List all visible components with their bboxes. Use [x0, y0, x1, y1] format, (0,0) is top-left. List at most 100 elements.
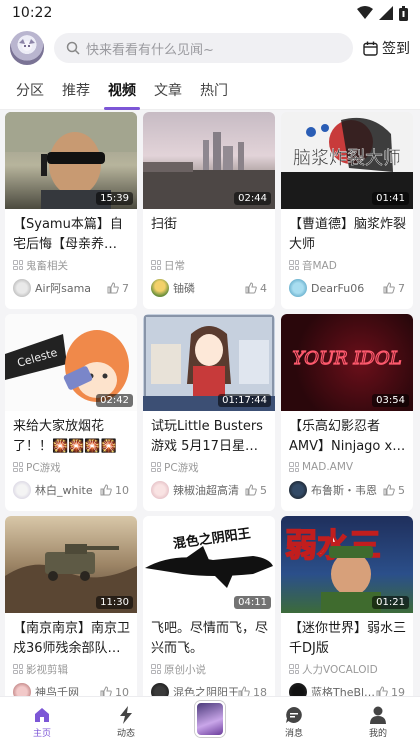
- video-category[interactable]: 影视剪辑: [5, 659, 137, 677]
- tab-articles[interactable]: 文章: [154, 70, 182, 110]
- video-card[interactable]: 01:17:44 试玩Little Busters游戏 5月17日星期四 PC游…: [143, 314, 275, 511]
- user-icon: [370, 706, 386, 724]
- uploader-name: 布鲁斯・韦恩: [311, 484, 377, 497]
- uploader[interactable]: Air阿sama: [13, 279, 91, 297]
- video-thumbnail[interactable]: 15:39: [5, 112, 137, 209]
- video-title: 来给大家放烟花了！！🎇🎇🎇🎇: [13, 419, 117, 454]
- tab-recommended[interactable]: 推荐: [62, 70, 90, 110]
- uploader-avatar: [289, 481, 307, 499]
- like-count: 7: [122, 281, 129, 295]
- video-category[interactable]: PC游戏: [5, 457, 137, 475]
- video-duration: 02:42: [96, 394, 133, 407]
- bolt-icon: [120, 705, 132, 724]
- nav-center[interactable]: [180, 701, 240, 737]
- user-avatar[interactable]: [10, 31, 44, 65]
- category-icon: [13, 260, 23, 270]
- uploader[interactable]: 辣椒油超高清: [151, 481, 239, 499]
- uploader[interactable]: DearFu06: [289, 279, 364, 297]
- video-category[interactable]: 人力VOCALOID: [281, 659, 413, 677]
- video-thumbnail[interactable]: Celeste 02:42: [5, 314, 137, 411]
- like-count: 4: [260, 281, 267, 295]
- search-input[interactable]: 快来看看有什么见闻~: [54, 33, 353, 63]
- category-icon: [151, 664, 161, 674]
- message-icon: [286, 706, 302, 723]
- wifi-icon: [357, 6, 373, 19]
- nav-label: 消息: [284, 728, 303, 739]
- like-button[interactable]: 5: [383, 484, 405, 497]
- category-label: MAD.AMV: [302, 461, 354, 473]
- like-button[interactable]: 7: [107, 282, 129, 295]
- video-category[interactable]: 音MAD: [281, 255, 413, 273]
- video-title: 扫街: [151, 217, 178, 232]
- checkin-label: 签到: [382, 41, 410, 57]
- uploader[interactable]: 布鲁斯・韦恩: [289, 481, 377, 499]
- uploader[interactable]: 铀磷: [151, 279, 195, 297]
- video-title: 【Syamu本篇】自宅后悔【母亲养…: [13, 217, 123, 252]
- checkin-button[interactable]: 签到: [363, 38, 410, 58]
- video-category[interactable]: PC游戏: [143, 457, 275, 475]
- video-thumbnail[interactable]: 02:44: [143, 112, 275, 209]
- video-card[interactable]: Celeste 02:42 来给大家放烟花了！！🎇🎇🎇🎇 PC游戏 林白_whi…: [5, 314, 137, 511]
- nav-profile[interactable]: 我的: [348, 706, 408, 739]
- tab-videos[interactable]: 视频: [104, 70, 140, 110]
- like-button[interactable]: 4: [245, 282, 267, 295]
- like-button[interactable]: 5: [245, 484, 267, 497]
- uploader-name: Air阿sama: [35, 282, 92, 295]
- video-duration: 01:41: [372, 192, 409, 205]
- video-title: 【南京南京】南京卫戍36师残余部队…: [13, 621, 131, 656]
- nav-label: 主页: [32, 728, 51, 739]
- video-category[interactable]: 鬼畜相关: [5, 255, 137, 273]
- uploader-name: 铀磷: [173, 282, 195, 295]
- video-thumbnail[interactable]: 01:17:44: [143, 314, 275, 411]
- video-thumbnail[interactable]: 脑浆炸裂大师 01:41: [281, 112, 413, 209]
- video-title: 【迷你世界】弱水三千DJ版: [289, 621, 407, 656]
- video-duration: 01:21: [372, 596, 409, 609]
- video-thumbnail[interactable]: 混色之阴阳王 04:11: [143, 516, 275, 613]
- video-meta: 林白_white 10: [5, 475, 137, 499]
- video-category[interactable]: MAD.AMV: [281, 457, 413, 475]
- nav-messages[interactable]: 消息: [264, 706, 324, 739]
- nav-home[interactable]: 主页: [12, 706, 72, 739]
- thumbnail-caption: 脑浆炸裂大师: [293, 148, 401, 169]
- video-card[interactable]: 脑浆炸裂大师 01:41 【曹道德】脑浆炸裂大师 音MAD DearFu06 7: [281, 112, 413, 309]
- nav-feed[interactable]: 动态: [96, 705, 156, 739]
- category-tabs: 分区 推荐 视频 文章 热门: [0, 70, 420, 110]
- like-button[interactable]: 10: [100, 484, 129, 497]
- video-card[interactable]: YOUR IDOL 03:54 【乐高幻影忍者 AMV】Ninjago x K-…: [281, 314, 413, 511]
- uploader-name: 林白_white: [35, 484, 93, 497]
- thumbs-up-icon: [245, 282, 257, 294]
- center-avatar-icon: [195, 701, 225, 737]
- uploader-avatar: [13, 481, 31, 499]
- video-title: 【曹道德】脑浆炸裂大师: [289, 217, 407, 252]
- video-duration: 15:39: [96, 192, 133, 205]
- tab-sections[interactable]: 分区: [16, 70, 44, 110]
- video-card[interactable]: 混色之阴阳王 04:11 飞吧。尽情而飞，尽兴而飞。 原创小说 混色之阴阳王 1…: [143, 516, 275, 713]
- video-meta: 布鲁斯・韦恩 5: [281, 475, 413, 499]
- video-card[interactable]: 15:39 【Syamu本篇】自宅后悔【母亲养… 鬼畜相关 Air阿sama 7: [5, 112, 137, 309]
- bottom-nav: 主页 动态 消息 我的: [0, 696, 420, 747]
- category-label: 人力VOCALOID: [302, 663, 378, 676]
- video-thumbnail[interactable]: 弱水三 01:21: [281, 516, 413, 613]
- uploader-avatar: [13, 279, 31, 297]
- nav-label: 我的: [368, 728, 387, 739]
- video-card[interactable]: 弱水三 01:21 【迷你世界】弱水三千DJ版 人力VOCALOID 蓝格The…: [281, 516, 413, 713]
- video-thumbnail[interactable]: YOUR IDOL 03:54: [281, 314, 413, 411]
- category-icon: [13, 664, 23, 674]
- tab-hot[interactable]: 热门: [200, 70, 228, 110]
- category-label: 原创小说: [164, 663, 206, 676]
- uploader[interactable]: 林白_white: [13, 481, 93, 499]
- video-meta: 铀磷 4: [143, 273, 275, 297]
- video-category[interactable]: 原创小说: [143, 659, 275, 677]
- thumbnail-caption: 混色之阴阳王: [172, 525, 251, 552]
- video-card[interactable]: 02:44 扫街 日常 铀磷 4: [143, 112, 275, 309]
- like-count: 10: [115, 483, 129, 497]
- category-label: 日常: [164, 259, 185, 272]
- status-icons: [357, 5, 408, 21]
- video-card[interactable]: 11:30 【南京南京】南京卫戍36师残余部队… 影视剪辑 神鸟千网 10: [5, 516, 137, 713]
- video-thumbnail[interactable]: 11:30: [5, 516, 137, 613]
- category-label: PC游戏: [164, 461, 199, 474]
- like-button[interactable]: 7: [383, 282, 405, 295]
- video-category[interactable]: 日常: [143, 255, 275, 273]
- video-title: 【乐高幻影忍者 AMV】Ninjago x K-P…: [289, 419, 393, 454]
- status-time: 10:22: [12, 5, 53, 21]
